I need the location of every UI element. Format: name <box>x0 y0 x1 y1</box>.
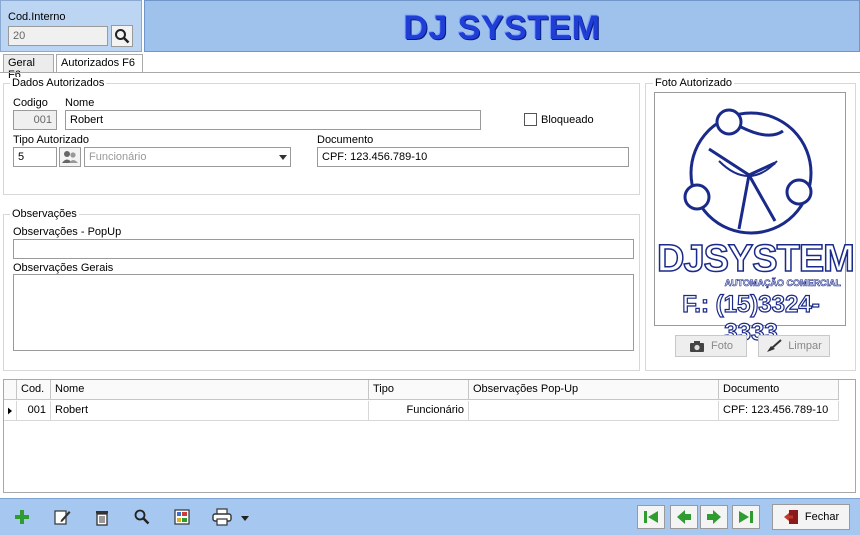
logo-sub: AUTOMAÇÃO COMERCIAL <box>724 278 841 289</box>
tipo-select-value: Funcionário <box>89 151 147 163</box>
foto-group-title: Foto Autorizado <box>653 77 735 89</box>
plus-icon <box>15 510 29 524</box>
bottom-toolbar: Fechar <box>0 498 860 535</box>
table-row-cod[interactable]: 001 <box>17 401 51 421</box>
last-icon <box>739 511 753 523</box>
camera-icon <box>689 341 704 352</box>
users-icon <box>62 151 78 163</box>
add-button[interactable] <box>9 504 35 530</box>
autorizados-grid: Cod. Nome Tipo Observações Pop-Up Docume… <box>3 379 856 493</box>
title-banner: DJ SYSTEM <box>144 0 860 52</box>
grid-header-tipo[interactable]: Tipo <box>369 380 469 400</box>
cod-interno-field[interactable]: 20 <box>8 26 108 46</box>
logo-text: DJSYSTEM <box>656 238 855 280</box>
codigo-label: Codigo <box>13 97 48 109</box>
print-button[interactable] <box>209 504 235 530</box>
foto-button-label: Foto <box>710 340 733 352</box>
djsystem-logo-icon <box>683 108 813 235</box>
tab-divider <box>0 72 860 73</box>
cod-interno-panel: Cod.Interno 20 <box>0 0 142 52</box>
nome-field[interactable]: Robert <box>65 110 481 130</box>
limpar-button-label: Limpar <box>788 340 822 352</box>
edit-icon <box>54 510 71 525</box>
broom-icon <box>767 339 782 352</box>
grid-header-documento[interactable]: Documento <box>719 380 839 400</box>
next-icon <box>707 510 721 524</box>
table-row-tipo[interactable]: Funcionário <box>369 401 469 421</box>
table-row-obs[interactable] <box>469 401 719 421</box>
trash-icon <box>96 511 108 526</box>
print-dropdown-icon[interactable] <box>240 513 250 523</box>
cod-interno-label: Cod.Interno <box>8 11 66 23</box>
obs-popup-field[interactable] <box>13 239 634 259</box>
last-record-button[interactable] <box>732 505 760 529</box>
edit-button[interactable] <box>49 504 75 530</box>
prev-icon <box>677 510 691 524</box>
printer-icon <box>212 508 232 526</box>
tab-autorizados[interactable]: Autorizados F6 <box>56 54 143 73</box>
find-button[interactable] <box>129 504 155 530</box>
documento-label: Documento <box>317 134 374 146</box>
grid-header-cod[interactable]: Cod. <box>17 380 51 400</box>
next-record-button[interactable] <box>700 505 728 529</box>
limpar-button[interactable]: Limpar <box>758 335 830 357</box>
observacoes-group-title: Observações <box>10 208 79 220</box>
foto-frame: DJSYSTEM AUTOMAÇÃO COMERCIAL F.: (15)332… <box>654 92 856 347</box>
search-icon <box>115 29 130 44</box>
grid-header-nome[interactable]: Nome <box>51 380 369 400</box>
tipo-label: Tipo Autorizado <box>13 134 90 146</box>
nome-label: Nome <box>65 97 95 109</box>
row-indicator-icon <box>4 401 17 421</box>
codigo-field[interactable]: 001 <box>13 110 57 130</box>
app-title: DJ SYSTEM <box>403 9 601 47</box>
report-button[interactable] <box>169 504 195 530</box>
documento-field[interactable]: CPF: 123.456.789-10 <box>317 147 629 167</box>
grid-indicator-header <box>4 380 17 400</box>
search-button[interactable] <box>111 25 133 47</box>
exit-icon <box>783 510 798 524</box>
fechar-button-label: Fechar <box>804 511 840 523</box>
fechar-button[interactable]: Fechar <box>772 504 850 530</box>
grid-header-obs[interactable]: Observações Pop-Up <box>469 380 719 400</box>
dados-group-title: Dados Autorizados <box>10 77 107 89</box>
report-icon <box>174 509 190 525</box>
bloqueado-label: Bloqueado <box>541 114 594 126</box>
table-row-nome[interactable]: Robert <box>51 401 369 421</box>
bloqueado-checkbox[interactable] <box>524 113 537 126</box>
tipo-code-field[interactable]: 5 <box>13 147 57 167</box>
prev-record-button[interactable] <box>670 505 698 529</box>
first-icon <box>644 511 658 523</box>
tipo-lookup-button[interactable] <box>59 147 81 167</box>
search-icon <box>134 509 150 525</box>
first-record-button[interactable] <box>637 505 665 529</box>
delete-button[interactable] <box>89 504 115 530</box>
foto-button[interactable]: Foto <box>675 335 747 357</box>
tipo-select[interactable]: Funcionário <box>84 147 291 167</box>
chevron-down-icon[interactable] <box>276 149 289 165</box>
obs-popup-label: Observações - PopUp <box>13 226 122 238</box>
obs-gerais-label: Observações Gerais <box>13 262 114 274</box>
obs-gerais-textarea[interactable] <box>13 274 634 351</box>
tab-geral[interactable]: Geral F6 <box>3 54 54 81</box>
table-row-documento[interactable]: CPF: 123.456.789-10 <box>719 401 839 421</box>
